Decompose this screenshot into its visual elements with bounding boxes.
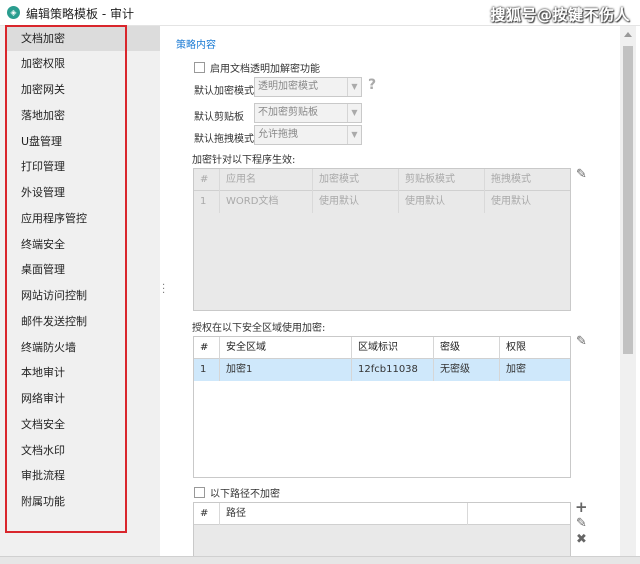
table-cell: 使用默认 [491,196,531,207]
watermark: 搜狐号@按键不伤人 [490,6,630,24]
table-cell: 加密 [506,364,526,375]
sidebar-item-network-audit[interactable]: 网络审计 [7,386,160,411]
program-table[interactable]: # 应用名 加密模式 剪贴板模式 拖拽模式 1 WORD文档 使用默认 使用默认… [193,168,571,311]
table-row[interactable]: 1 WORD文档 使用默认 使用默认 使用默认 [194,191,570,213]
sidebar-item-print-management[interactable]: 打印管理 [7,154,160,179]
column-header: 剪贴板模式 [399,169,485,191]
column-header: 区域标识 [352,337,434,359]
help-icon[interactable]: ? [368,77,376,93]
sidebar-item-endpoint-security[interactable]: 终端安全 [7,232,160,257]
table-cell: WORD文档 [220,191,313,213]
exclude-paths-checkbox[interactable] [194,487,205,498]
enable-transparent-checkbox[interactable] [194,62,205,73]
sidebar-item-website-access[interactable]: 网站访问控制 [7,283,160,308]
zone-table[interactable]: # 安全区域 区域标识 密级 权限 1 加密1 12fcb11038 无密级 加… [193,336,571,478]
drag-mode-value: 允许拖拽 [258,129,298,140]
column-header: 安全区域 [220,337,352,359]
sidebar-item-firewall[interactable]: 终端防火墙 [7,335,160,360]
sidebar-item-doc-watermark[interactable]: 文档水印 [7,438,160,463]
table-cell: 使用默认 [399,191,485,213]
column-header: 权限 [506,342,526,353]
column-header: 拖拽模式 [491,174,531,185]
policy-content-panel: 策略内容 启用文档透明加解密功能 默认加密模式 透明加密模式 ▼ ? 默认剪贴板… [170,26,620,562]
title-bar: ◈ 编辑策略模板 - 审计 搜狐号@按键不伤人 [0,0,640,26]
enable-transparent-row[interactable]: 启用文档透明加解密功能 [194,60,320,75]
vertical-scrollbar[interactable] [620,26,636,556]
sidebar-item-doc-encrypt[interactable]: 文档加密 [7,26,160,51]
enable-transparent-label: 启用文档透明加解密功能 [210,64,320,75]
app-logo-icon: ◈ [7,6,20,19]
chevron-down-icon: ▼ [347,104,361,122]
column-header: 路径 [220,503,468,525]
drag-mode-label: 默认拖拽模式 [194,134,254,145]
bottom-bar [0,556,640,564]
scroll-thumb[interactable] [623,46,633,354]
sidebar-item-auxiliary[interactable]: 附属功能 [7,489,160,514]
sidebar-item-app-control[interactable]: 应用程序管控 [7,206,160,231]
edit-path-pencil-icon[interactable]: ✎ [576,516,587,531]
sidebar-item-encrypt-permission[interactable]: 加密权限 [7,51,160,76]
section-title: 策略内容 [176,40,216,51]
sidebar-item-usb-management[interactable]: U盘管理 [7,129,160,154]
encrypt-mode-value: 透明加密模式 [258,81,318,92]
scroll-up-arrow-icon[interactable] [624,32,632,37]
table-cell: 12fcb11038 [352,359,434,381]
table-row[interactable]: 1 加密1 12fcb11038 无密级 加密 [194,359,570,381]
table-cell: 无密级 [434,359,500,381]
table-cell: 使用默认 [313,191,399,213]
encrypt-mode-label: 默认加密模式 [194,86,254,97]
table-cell: 加密1 [220,359,352,381]
table-cell: 1 [194,359,220,381]
chevron-down-icon: ▼ [347,126,361,144]
table-header: # 应用名 加密模式 剪贴板模式 拖拽模式 [194,169,570,191]
exclude-paths-label: 以下路径不加密 [210,489,280,500]
table-cell: 1 [194,191,220,213]
sidebar-item-peripheral-management[interactable]: 外设管理 [7,180,160,205]
column-header: # [194,337,220,359]
clipboard-select[interactable]: 不加密剪贴板 ▼ [254,103,362,123]
window-title: 编辑策略模板 - 审计 [26,7,134,21]
sidebar-item-email-control[interactable]: 邮件发送控制 [7,309,160,334]
column-header: 加密模式 [313,169,399,191]
column-header: 密级 [434,337,500,359]
path-table[interactable]: # 路径 [193,502,571,562]
sidebar-item-desktop-management[interactable]: 桌面管理 [7,257,160,282]
column-header: 应用名 [220,169,313,191]
sidebar-item-local-audit[interactable]: 本地审计 [7,360,160,385]
drag-mode-select[interactable]: 允许拖拽 ▼ [254,125,362,145]
zone-table-label: 授权在以下安全区域使用加密: [192,323,326,334]
clipboard-value: 不加密剪贴板 [258,107,318,118]
exclude-paths-row[interactable]: 以下路径不加密 [194,485,280,500]
table-header: # 安全区域 区域标识 密级 权限 [194,337,570,359]
column-header [468,503,568,525]
column-header: # [194,503,220,525]
delete-path-cross-icon[interactable]: ✖ [576,532,587,547]
edit-zone-pencil-icon[interactable]: ✎ [576,334,587,349]
encrypt-mode-select[interactable]: 透明加密模式 ▼ [254,77,362,97]
splitter-handle[interactable]: · · · [162,281,166,299]
column-header: # [194,169,220,191]
program-table-label: 加密针对以下程序生效: [192,155,296,166]
sidebar: 文档加密 加密权限 加密网关 落地加密 U盘管理 打印管理 外设管理 应用程序管… [0,26,160,556]
edit-program-pencil-icon[interactable]: ✎ [576,167,587,182]
sidebar-item-doc-security[interactable]: 文档安全 [7,412,160,437]
sidebar-item-approval-flow[interactable]: 审批流程 [7,463,160,488]
chevron-down-icon: ▼ [347,78,361,96]
table-header: # 路径 [194,503,570,525]
sidebar-item-landing-encrypt[interactable]: 落地加密 [7,103,160,128]
add-path-plus-icon[interactable]: + [575,498,588,516]
sidebar-item-encrypt-gateway[interactable]: 加密网关 [7,77,160,102]
clipboard-label: 默认剪贴板 [194,112,244,123]
